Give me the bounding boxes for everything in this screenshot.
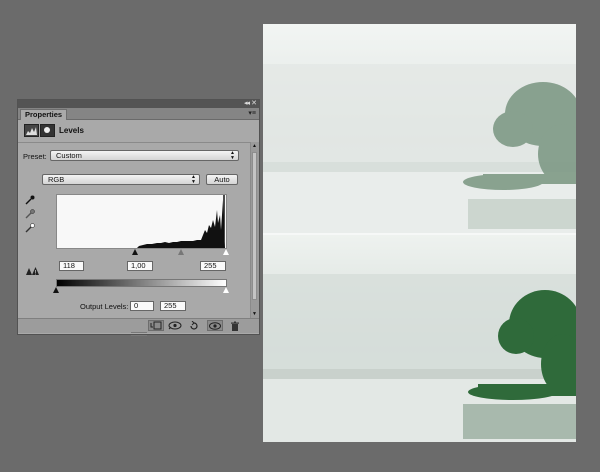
histogram	[56, 194, 227, 249]
eyedropper-gray-icon[interactable]	[25, 209, 35, 219]
preset-label: Preset:	[23, 152, 47, 161]
input-gamma-field[interactable]: 1,00	[127, 261, 153, 271]
white-point-slider[interactable]	[223, 249, 229, 255]
scroll-down-icon[interactable]: ▼	[252, 311, 257, 317]
panel-resize-grip[interactable]	[131, 332, 147, 336]
panel-toolbar	[18, 318, 259, 333]
preset-value: Custom	[56, 151, 82, 160]
adjustment-title: Levels	[59, 126, 84, 135]
preset-select[interactable]: Custom ▲ ▼	[50, 150, 239, 161]
clipping-warning-icon[interactable]: !	[25, 266, 39, 276]
document-canvas[interactable]	[263, 24, 576, 442]
panel-title-bar[interactable]: ◂◂ ✕	[18, 100, 259, 108]
histogram-shape	[137, 200, 225, 248]
input-black-field[interactable]: 118	[59, 261, 84, 271]
output-gradient	[56, 279, 227, 287]
channel-select[interactable]: RGB ▲ ▼	[42, 174, 200, 185]
tab-properties[interactable]: Properties	[20, 109, 68, 120]
output-white-slider[interactable]	[223, 287, 229, 293]
panel-menu-icon[interactable]: ▾≡	[248, 109, 256, 117]
panel-scrollbar[interactable]: ▲ ▼	[250, 142, 259, 318]
scroll-up-icon[interactable]: ▲	[252, 143, 257, 149]
adjustment-header: Levels	[18, 120, 259, 143]
output-black-field[interactable]: 0	[130, 301, 154, 311]
gamma-slider[interactable]	[178, 249, 184, 255]
black-point-slider[interactable]	[132, 249, 138, 255]
channel-value: RGB	[48, 175, 65, 184]
trash-icon[interactable]	[227, 320, 243, 331]
output-slider[interactable]	[53, 287, 229, 295]
output-levels-label: Output Levels:	[80, 302, 129, 311]
misty-lake-photo	[263, 24, 576, 442]
panel-tab-bar: Properties ▾≡	[18, 108, 259, 120]
close-icon[interactable]: ✕	[251, 99, 257, 107]
double-arrow-icon[interactable]: ◂◂	[244, 99, 250, 107]
eyedropper-white-icon[interactable]	[25, 223, 35, 233]
properties-panel: ◂◂ ✕ Properties ▾≡ Levels Preset: Custom…	[17, 99, 260, 336]
chevron-updown-icon: ▲ ▼	[191, 174, 196, 185]
histogram-graph	[137, 195, 225, 248]
chevron-updown-icon: ▲ ▼	[230, 150, 235, 161]
input-white-field[interactable]: 255	[200, 261, 226, 271]
scroll-thumb[interactable]	[252, 152, 257, 300]
clip-to-layer-icon[interactable]	[148, 320, 164, 331]
view-previous-state-icon[interactable]	[167, 320, 183, 331]
output-white-field[interactable]: 255	[160, 301, 186, 311]
auto-button[interactable]: Auto	[206, 174, 238, 185]
input-slider[interactable]	[56, 249, 229, 257]
eyedropper-black-icon[interactable]	[25, 195, 35, 205]
levels-adjustment-icon[interactable]	[24, 124, 39, 137]
output-black-slider[interactable]	[53, 287, 59, 293]
layer-mask-icon[interactable]	[40, 124, 55, 137]
eye-icon[interactable]	[207, 320, 223, 331]
reset-icon[interactable]	[186, 320, 202, 331]
